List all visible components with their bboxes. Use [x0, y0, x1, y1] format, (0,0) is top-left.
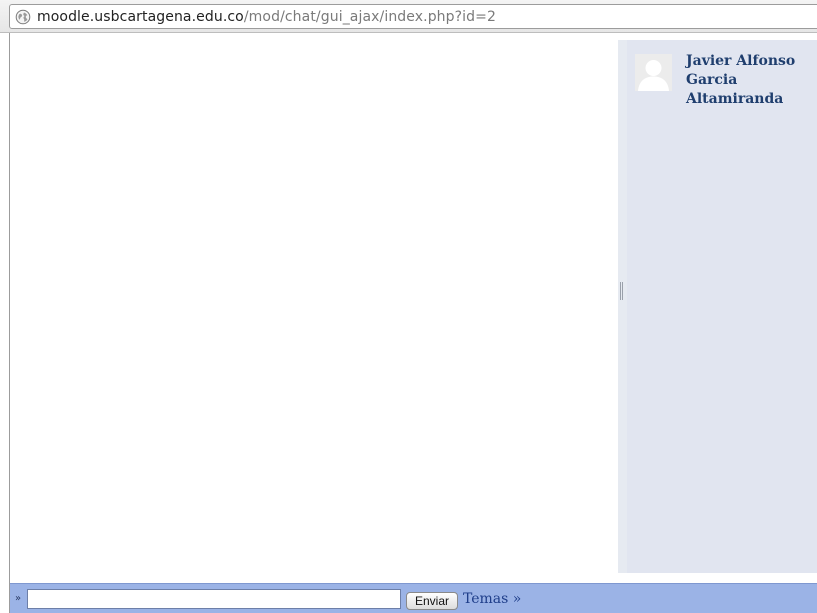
- globe-icon: [15, 9, 31, 24]
- temas-link[interactable]: Temas »: [463, 591, 521, 607]
- splitter-grip-icon[interactable]: [620, 282, 623, 300]
- url-text: moodle.usbcartagena.edu.co/mod/chat/gui_…: [37, 9, 496, 25]
- send-button[interactable]: Enviar: [406, 592, 459, 610]
- user-list-item[interactable]: Javier Alfonso Garcia Altamiranda: [635, 52, 814, 109]
- chat-messages-area[interactable]: [10, 33, 618, 573]
- message-input[interactable]: [27, 589, 401, 609]
- users-panel: Javier Alfonso Garcia Altamiranda: [627, 40, 817, 573]
- panel-splitter[interactable]: [618, 40, 627, 573]
- url-path: /mod/chat/gui_ajax/index.php?id=2: [243, 8, 496, 25]
- input-prefix: »: [15, 593, 22, 604]
- address-bar: moodle.usbcartagena.edu.co/mod/chat/gui_…: [0, 0, 817, 33]
- url-host: moodle.usbcartagena.edu.co: [37, 8, 244, 25]
- url-field[interactable]: moodle.usbcartagena.edu.co/mod/chat/gui_…: [9, 4, 817, 29]
- user-avatar-icon[interactable]: [635, 54, 672, 91]
- default-user-picture-icon: [635, 54, 672, 91]
- message-input-bar: » Enviar Temas »: [10, 583, 817, 613]
- user-name-link[interactable]: Javier Alfonso Garcia Altamiranda: [686, 52, 814, 109]
